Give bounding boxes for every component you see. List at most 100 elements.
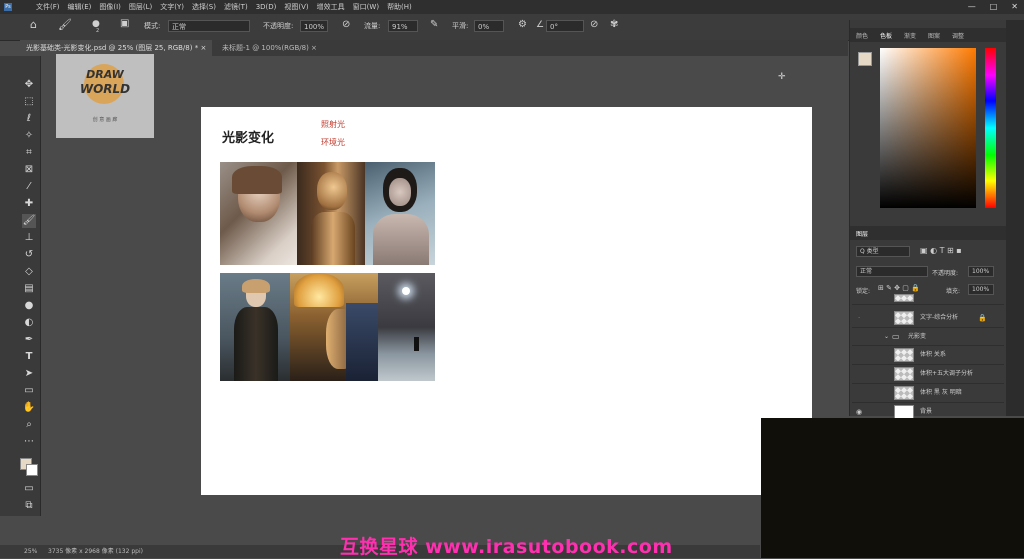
angle-icon: ∠: [536, 20, 545, 30]
screen-mode-icon[interactable]: ⧉: [22, 499, 36, 513]
layer-thumbnail: [894, 311, 914, 325]
layer-row[interactable]: 体积+五大调子分析: [852, 365, 1004, 384]
hue-slider[interactable]: [985, 48, 996, 208]
layer-group-name: 光影变: [908, 333, 927, 340]
brush-icon[interactable]: 🖌: [22, 214, 36, 228]
background-color-swatch[interactable]: [26, 464, 38, 476]
angle-input[interactable]: 0°: [546, 20, 584, 32]
crop-icon[interactable]: ⌗: [22, 146, 36, 160]
blur-icon[interactable]: ●: [22, 299, 36, 313]
type-icon[interactable]: T: [22, 350, 36, 364]
blend-mode-select[interactable]: 正常: [856, 266, 928, 277]
menu-view[interactable]: 视图(V): [284, 0, 308, 14]
layer-filter-select[interactable]: Q 类型: [856, 246, 910, 257]
minimize-button[interactable]: —: [968, 0, 976, 14]
close-icon[interactable]: ×: [311, 44, 317, 52]
brush-settings-icon[interactable]: ▣: [120, 18, 129, 29]
folder-icon: ▭: [892, 332, 900, 341]
maximize-button[interactable]: □: [990, 0, 998, 14]
tab-label: 未标题-1 @ 100%(RGB/8): [222, 44, 309, 52]
menu-help[interactable]: 帮助(H): [387, 0, 412, 14]
more-icon[interactable]: ⋯: [22, 435, 36, 449]
document-info: 3735 像素 x 2968 像素 (132 ppi): [48, 548, 143, 555]
magic-wand-icon[interactable]: ✧: [22, 129, 36, 143]
close-button[interactable]: ✕: [1011, 0, 1018, 14]
menu-filter[interactable]: 滤镜(T): [224, 0, 248, 14]
layer-row[interactable]: 体积 黑 灰 明暗: [852, 384, 1004, 403]
flow-input[interactable]: 91%: [388, 20, 418, 32]
menu-items: 文件(F) 编辑(E) 图像(I) 图层(L) 文字(Y) 选择(S) 滤镜(T…: [36, 0, 412, 14]
eraser-icon[interactable]: ◇: [22, 265, 36, 279]
photo-hallway: [378, 273, 435, 381]
path-select-icon[interactable]: ➤: [22, 367, 36, 381]
gradient-icon[interactable]: ▤: [22, 282, 36, 296]
menu-image[interactable]: 图像(I): [99, 0, 121, 14]
layer-thumbnail: [894, 405, 914, 419]
pressure-size-icon[interactable]: ⊘: [590, 19, 598, 30]
move-icon[interactable]: ✥: [22, 78, 36, 92]
stamp-icon[interactable]: ⊥: [22, 231, 36, 245]
layer-name: 文字-综合分析: [920, 314, 959, 321]
menu-select[interactable]: 选择(S): [192, 0, 216, 14]
tab-patterns[interactable]: 图案: [928, 31, 940, 40]
lasso-icon[interactable]: ℓ: [22, 112, 36, 126]
home-icon[interactable]: ⌂: [30, 18, 37, 31]
panel-scrollbar[interactable]: [1006, 20, 1024, 416]
toolbar: ✥ ⬚ ℓ ✧ ⌗ ⊠ ⁄ ✚ 🖌 ⊥ ↺ ◇ ▤ ● ◐ ✒ T ➤ ▭ ✋ …: [0, 56, 41, 516]
hand-icon[interactable]: ✋: [22, 401, 36, 415]
menu-file[interactable]: 文件(F): [36, 0, 60, 14]
zoom-level[interactable]: 25%: [24, 545, 37, 558]
zoom-icon[interactable]: ⌕: [22, 418, 36, 432]
document-canvas[interactable]: 光影变化 照射光 环境光: [201, 107, 812, 495]
quick-mask-icon[interactable]: ▭: [22, 482, 36, 496]
eyedropper-icon[interactable]: ⁄: [22, 180, 36, 194]
layer-filter-icons[interactable]: ▣ ◐ T ⊞ ▪: [920, 246, 962, 255]
layer-group-row[interactable]: ⌄ ▭ 光影变: [852, 329, 1004, 346]
tab-gradients[interactable]: 渐变: [904, 31, 916, 40]
frame-icon[interactable]: ⊠: [22, 163, 36, 177]
foreground-swatch[interactable]: [858, 52, 872, 66]
canvas-title: 光影变化: [222, 131, 275, 146]
airbrush-icon[interactable]: ✎: [430, 19, 438, 30]
tab-adjustments[interactable]: 调整: [952, 31, 964, 40]
menu-edit[interactable]: 编辑(E): [68, 0, 92, 14]
pressure-opacity-icon[interactable]: ⊘: [342, 19, 350, 30]
layer-opacity-label: 不透明度:: [932, 270, 959, 277]
symmetry-icon[interactable]: ✾: [610, 19, 618, 30]
tab-label: 光影基础类-光影变化.psd @ 25% (图层 25, RGB/8) *: [26, 44, 199, 52]
layers-panel-tabs: 图层: [850, 226, 1007, 240]
layer-row[interactable]: [852, 294, 1004, 305]
menu-3d[interactable]: 3D(D): [256, 0, 277, 14]
tab-color[interactable]: 颜色: [856, 31, 868, 40]
brush-tool-icon[interactable]: 🖌: [58, 18, 72, 31]
opacity-input[interactable]: 100%: [300, 20, 328, 32]
menu-layer[interactable]: 图层(L): [129, 0, 152, 14]
shape-icon[interactable]: ▭: [22, 384, 36, 398]
layer-row[interactable]: · 文字-综合分析 🔒: [852, 309, 1004, 328]
smoothing-settings-icon[interactable]: ⚙: [518, 19, 527, 30]
menu-bar: Ps 文件(F) 编辑(E) 图像(I) 图层(L) 文字(Y) 选择(S) 滤…: [0, 0, 1024, 14]
healing-icon[interactable]: ✚: [22, 197, 36, 211]
dodge-icon[interactable]: ◐: [22, 316, 36, 330]
color-picker-field[interactable]: [880, 48, 976, 208]
marquee-icon[interactable]: ⬚: [22, 95, 36, 109]
layer-opacity-input[interactable]: 100%: [968, 266, 994, 277]
tab-swatches[interactable]: 色板: [880, 31, 892, 40]
menu-type[interactable]: 文字(Y): [160, 0, 184, 14]
tab-layers[interactable]: 图层: [856, 229, 868, 238]
menu-window[interactable]: 窗口(W): [353, 0, 379, 14]
mode-select[interactable]: 正常: [168, 20, 250, 32]
pen-icon[interactable]: ✒: [22, 333, 36, 347]
visibility-eye-icon[interactable]: ·: [858, 309, 860, 327]
layer-row[interactable]: 体积 关系: [852, 346, 1004, 365]
logo-line-1: DRAW: [86, 68, 124, 81]
history-brush-icon[interactable]: ↺: [22, 248, 36, 262]
lock-icons[interactable]: ⊞ ✎ ✥ ▢ 🔒: [878, 284, 920, 292]
close-icon[interactable]: ×: [200, 44, 206, 52]
layer-name: 体积 关系: [920, 351, 946, 358]
menu-plugins[interactable]: 增效工具: [317, 0, 345, 14]
photo-portrait-3: [365, 162, 435, 265]
smoothing-input[interactable]: 0%: [474, 20, 504, 32]
chevron-down-icon[interactable]: ⌄: [884, 329, 889, 345]
tab-document-2[interactable]: 未标题-1 @ 100%(RGB/8) ×: [216, 40, 323, 56]
